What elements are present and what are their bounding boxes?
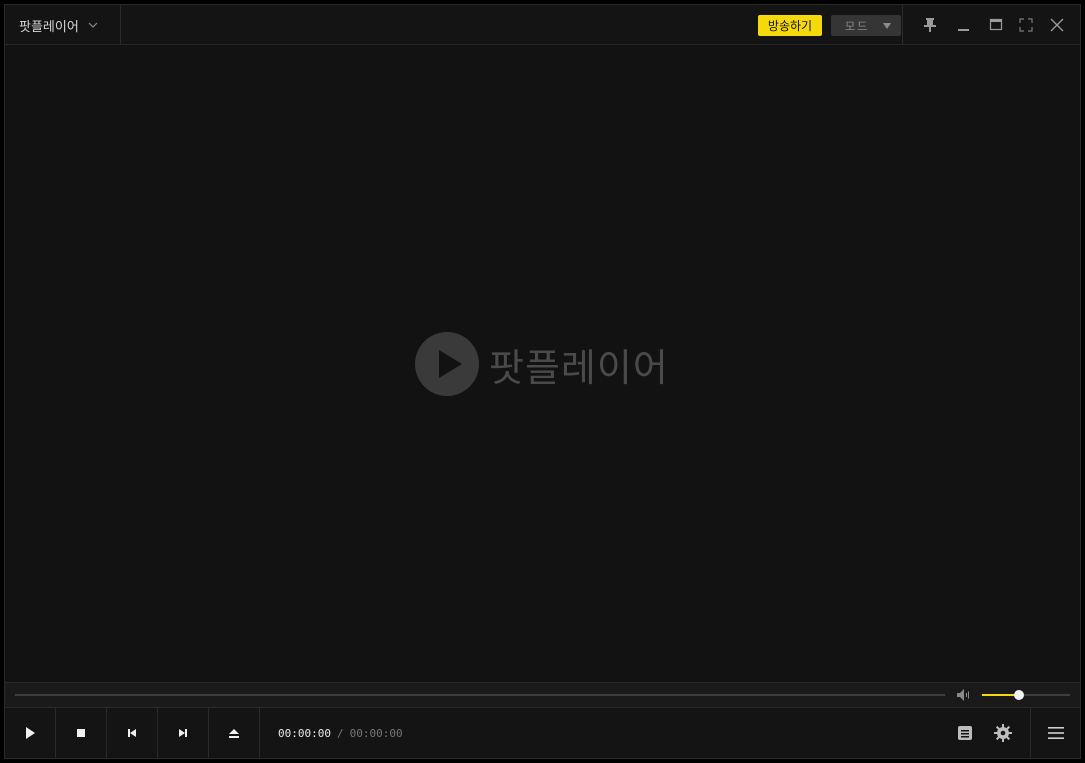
broadcast-button[interactable]: 방송하기 bbox=[758, 15, 822, 36]
previous-icon bbox=[128, 729, 136, 737]
time-separator: / bbox=[336, 726, 344, 740]
control-bar: 00:00:00 / 00:00:00 bbox=[5, 708, 1080, 758]
eject-button[interactable] bbox=[209, 708, 260, 758]
next-icon bbox=[179, 729, 187, 737]
minimize-icon bbox=[958, 29, 969, 31]
volume-knob[interactable] bbox=[1013, 690, 1024, 700]
mode-dropdown[interactable]: 모드 bbox=[831, 15, 901, 36]
volume-slider[interactable] bbox=[982, 690, 1070, 700]
pin-icon bbox=[924, 18, 936, 32]
settings-button[interactable] bbox=[993, 723, 1013, 743]
previous-button[interactable] bbox=[107, 708, 158, 758]
play-button[interactable] bbox=[5, 708, 56, 758]
title-bar: 팟플레이어 방송하기 모드 bbox=[5, 5, 1080, 45]
stop-button[interactable] bbox=[56, 708, 107, 758]
broadcast-label: 방송하기 bbox=[767, 19, 813, 33]
settings-icon bbox=[994, 724, 1012, 742]
time-display: 00:00:00 / 00:00:00 bbox=[278, 708, 403, 758]
speaker-icon[interactable] bbox=[956, 688, 972, 702]
chevron-down-icon bbox=[88, 22, 98, 28]
close-button[interactable] bbox=[1048, 16, 1066, 34]
mode-label: 모드 bbox=[845, 19, 870, 33]
maximize-button[interactable] bbox=[987, 16, 1005, 34]
playlist-icon bbox=[958, 726, 972, 740]
maximize-icon bbox=[989, 18, 1003, 31]
next-button[interactable] bbox=[158, 708, 209, 758]
app-menu-button[interactable]: 팟플레이어 bbox=[5, 5, 121, 45]
minimize-button[interactable] bbox=[955, 16, 973, 34]
window-controls bbox=[902, 5, 1080, 45]
total-time: 00:00:00 bbox=[349, 726, 403, 740]
stop-icon bbox=[77, 729, 85, 737]
seek-bar[interactable] bbox=[15, 694, 945, 696]
seek-row bbox=[5, 682, 1080, 708]
fullscreen-button[interactable] bbox=[1017, 16, 1035, 34]
pin-button[interactable] bbox=[921, 16, 939, 34]
current-time: 00:00:00 bbox=[278, 726, 331, 740]
play-icon bbox=[26, 727, 35, 739]
play-logo-icon bbox=[415, 332, 479, 396]
close-icon bbox=[1050, 18, 1064, 32]
eject-icon bbox=[229, 729, 239, 738]
potplayer-logo: 팟플레이어 bbox=[415, 331, 669, 397]
fullscreen-icon bbox=[1019, 18, 1033, 32]
app-menu-label: 팟플레이어 bbox=[19, 19, 79, 35]
potplayer-window: 팟플레이어 방송하기 모드 팟플레이어 00:00:00 / 00:00:00 bbox=[4, 4, 1081, 759]
video-display[interactable]: 팟플레이어 bbox=[5, 45, 1080, 682]
playlist-button[interactable] bbox=[955, 723, 975, 743]
caret-down-icon bbox=[883, 22, 892, 29]
logo-text: 팟플레이어 bbox=[489, 345, 669, 390]
main-menu-button[interactable] bbox=[1030, 708, 1080, 758]
menu-icon bbox=[1047, 727, 1064, 739]
